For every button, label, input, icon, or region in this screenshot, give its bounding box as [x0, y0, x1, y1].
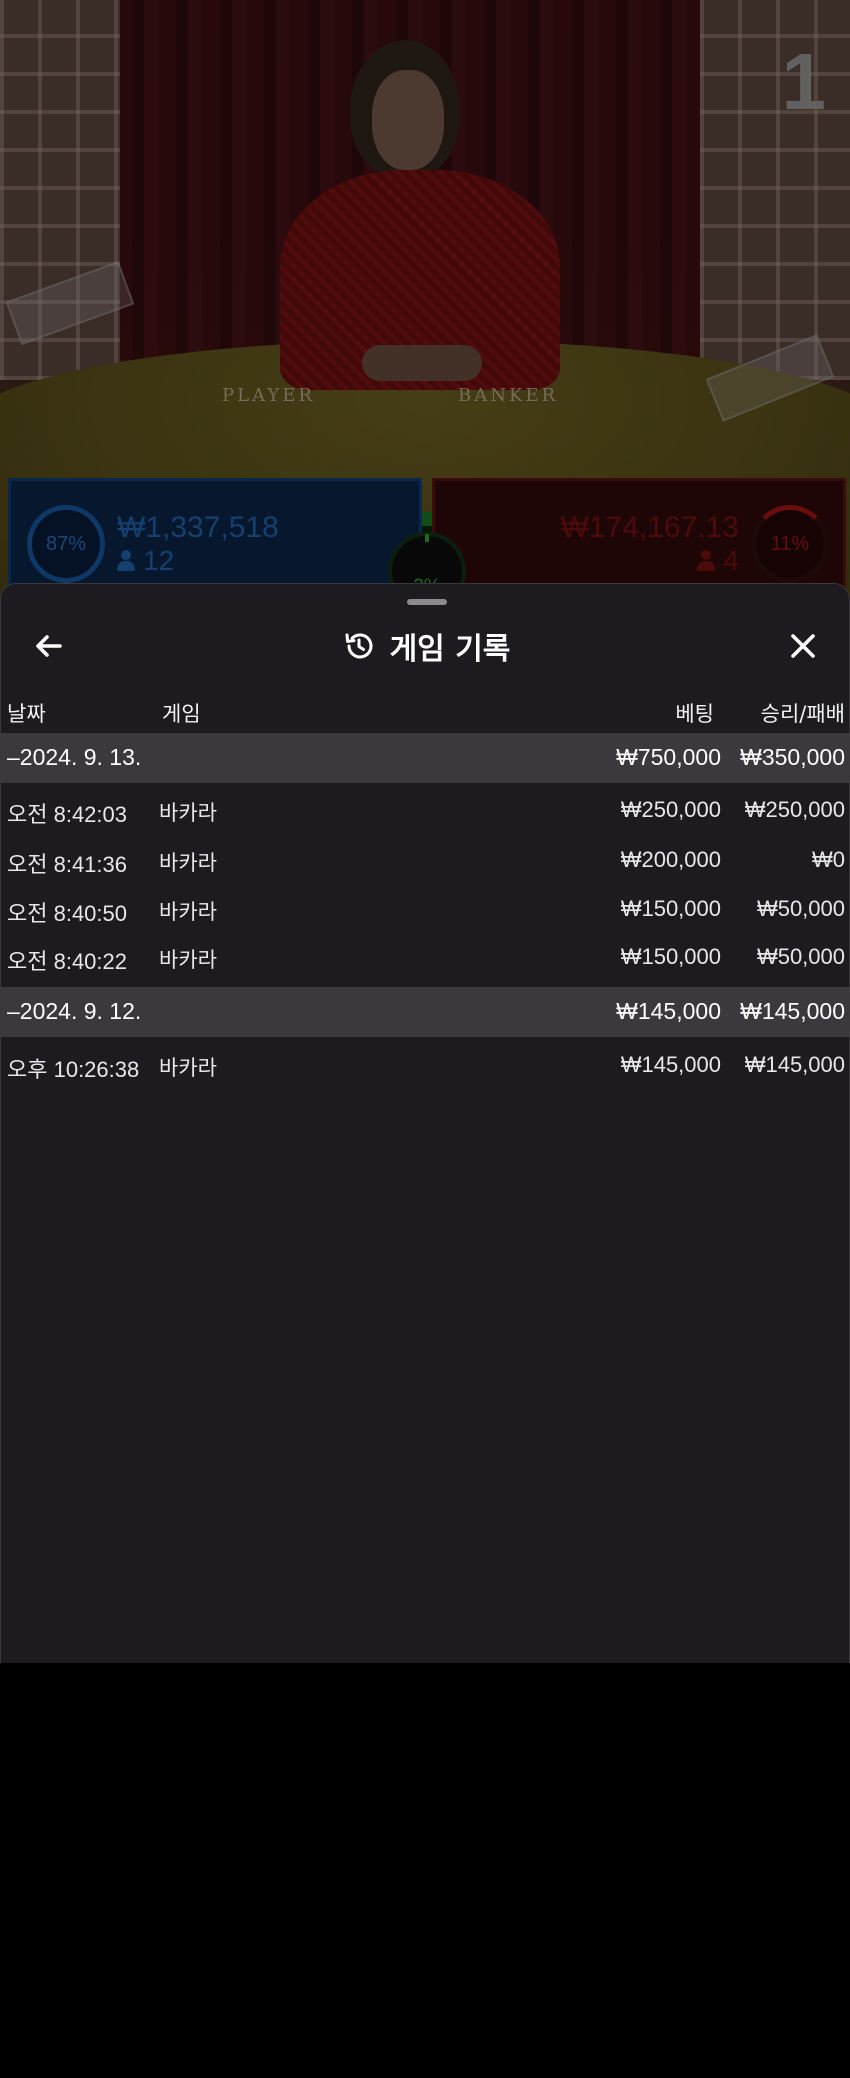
- row-win-loss: ₩250,000: [744, 797, 845, 822]
- row-win-loss: ₩50,000: [756, 896, 845, 921]
- row-bet: ₩150,000: [620, 944, 721, 969]
- history-row[interactable]: 오전 8:40:22 바카라 ₩150,000 ₩50,000: [1, 933, 850, 981]
- row-win-loss: ₩0: [812, 847, 845, 872]
- row-time: 오전 8:40:22: [7, 949, 127, 974]
- group-bet-total: ₩145,000: [616, 998, 721, 1024]
- group-bet-total: ₩750,000: [616, 744, 721, 770]
- row-game: 바카라: [159, 948, 217, 972]
- empty-bottom-area: [0, 1663, 850, 2078]
- row-game: 바카라: [159, 1056, 217, 1080]
- history-row[interactable]: 오후 10:26:38 바카라 ₩145,000 ₩145,000: [1, 1041, 850, 1089]
- group-win-loss-total: ₩145,000: [740, 998, 845, 1024]
- row-bet: ₩150,000: [620, 896, 721, 921]
- row-win-loss: ₩50,000: [756, 944, 845, 969]
- date-group-header[interactable]: –2024. 9. 12. ₩145,000 ₩145,000: [1, 987, 850, 1037]
- column-header-bet[interactable]: 베팅: [675, 698, 714, 728]
- row-time: 오전 8:40:50: [7, 901, 127, 926]
- row-game: 바카라: [159, 851, 217, 875]
- group-date: –2024. 9. 12.: [7, 998, 142, 1024]
- row-game: 바카라: [159, 801, 217, 825]
- date-group-header[interactable]: –2024. 9. 13. ₩750,000 ₩350,000: [1, 733, 850, 783]
- row-bet: ₩145,000: [620, 1052, 721, 1077]
- history-row[interactable]: 오전 8:41:36 바카라 ₩200,000 ₩0: [1, 836, 850, 884]
- history-icon: [342, 629, 376, 663]
- row-game: 바카라: [159, 900, 217, 924]
- row-bet: ₩250,000: [620, 797, 721, 822]
- sheet-title: 게임 기록: [389, 632, 511, 667]
- sheet-header: 게임 기록: [1, 618, 850, 674]
- history-row[interactable]: 오전 8:42:03 바카라 ₩250,000 ₩250,000: [1, 786, 850, 834]
- column-header-date[interactable]: 날짜: [7, 698, 46, 728]
- row-time: 오전 8:41:36: [7, 852, 127, 877]
- backdrop-dim-overlay[interactable]: [0, 0, 850, 600]
- row-time: 오전 8:42:03: [7, 802, 127, 827]
- row-time: 오후 10:26:38: [7, 1057, 140, 1082]
- game-history-sheet: 게임 기록 날짜 게임 베팅 승리/패배 –2024. 9. 13. ₩750,…: [0, 583, 850, 1663]
- group-date: –2024. 9. 13.: [7, 744, 142, 770]
- row-win-loss: ₩145,000: [744, 1052, 845, 1077]
- sheet-title-group: 게임 기록: [1, 618, 850, 674]
- history-column-headers: 날짜 게임 베팅 승리/패배: [1, 694, 850, 730]
- sheet-drag-handle[interactable]: [407, 599, 447, 605]
- close-button[interactable]: [783, 626, 823, 666]
- column-header-win-loss[interactable]: 승리/패배: [761, 698, 845, 728]
- history-row[interactable]: 오전 8:40:50 바카라 ₩150,000 ₩50,000: [1, 885, 850, 933]
- group-win-loss-total: ₩350,000: [740, 744, 845, 770]
- column-header-game[interactable]: 게임: [162, 698, 201, 728]
- close-icon: [791, 634, 815, 658]
- row-bet: ₩200,000: [620, 847, 721, 872]
